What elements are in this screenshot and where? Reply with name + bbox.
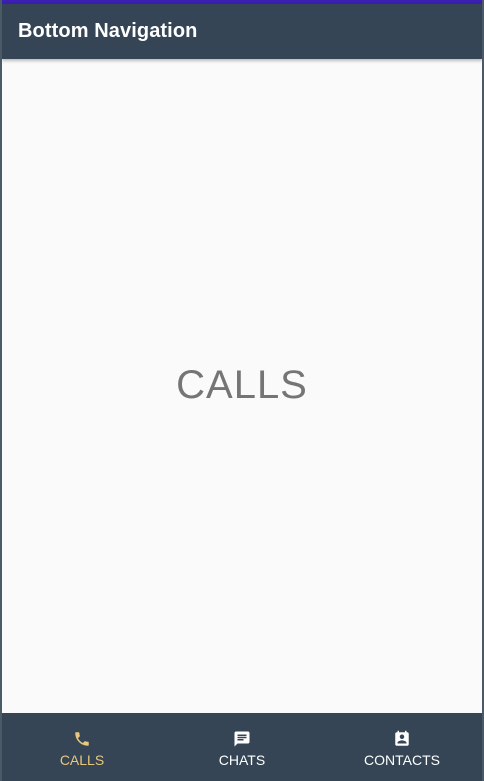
app-bar: Bottom Navigation bbox=[2, 4, 482, 59]
nav-label-calls: CALLS bbox=[59, 752, 105, 768]
app-screen: Bottom Navigation CALLS CALLS CHATS CONT… bbox=[0, 0, 484, 781]
nav-item-calls[interactable]: CALLS bbox=[2, 713, 162, 781]
nav-label-chats: CHATS bbox=[218, 752, 266, 768]
nav-item-contacts[interactable]: CONTACTS bbox=[322, 713, 482, 781]
chat-icon bbox=[234, 731, 250, 747]
app-bar-title: Bottom Navigation bbox=[18, 20, 198, 42]
content-area: CALLS bbox=[2, 59, 482, 713]
nav-label-contacts: CONTACTS bbox=[364, 752, 440, 768]
nav-item-chats[interactable]: CHATS bbox=[162, 713, 322, 781]
phone-icon bbox=[75, 732, 89, 746]
bottom-navigation: CALLS CHATS CONTACTS bbox=[2, 713, 482, 781]
contacts-icon bbox=[395, 730, 409, 746]
content-label: CALLS bbox=[176, 362, 308, 407]
